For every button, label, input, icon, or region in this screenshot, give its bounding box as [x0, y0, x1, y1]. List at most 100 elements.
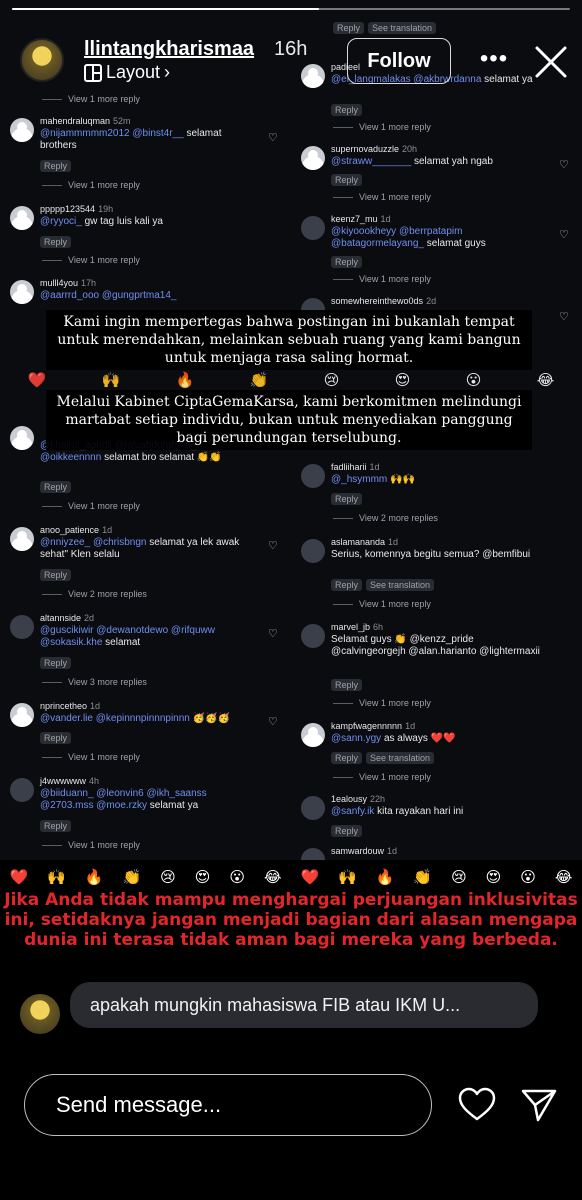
story-comment-preview[interactable]: apakah mungkin mahasiswa FIB atau IKM U.… — [20, 982, 580, 1034]
emoji: 😮 — [465, 372, 482, 389]
avatar — [10, 426, 34, 450]
comment-username: ppppp123544 19h — [40, 204, 114, 214]
follow-button[interactable]: Follow — [347, 38, 451, 84]
view-more-replies: View 1 more reply — [359, 772, 431, 782]
story-time: 16h — [274, 38, 308, 60]
view-more-replies: View 1 more reply — [359, 698, 431, 708]
reply-chip: Reply — [40, 820, 72, 832]
reply-chip: Reply — [331, 493, 363, 505]
like-icon: ♡ — [268, 716, 278, 728]
comment-username: j4wwwwww 4h — [40, 776, 100, 786]
comment-text: @sann.ygy as always ❤️❤️ — [331, 733, 456, 744]
emoji: ❤️ — [300, 869, 320, 886]
view-more-replies: View 1 more reply — [68, 255, 140, 265]
emoji: 😢 — [160, 869, 176, 886]
avatar — [10, 527, 34, 551]
emoji: 😮 — [520, 869, 536, 886]
emoji: 🔥 — [175, 372, 195, 389]
comment-username: nprincetheo 1d — [40, 701, 101, 711]
comment-text: @nniyzee_ @chrisbngn selamat ya lek awak… — [40, 537, 240, 560]
comment-text: @_hsymmm 🙌🙌 — [331, 474, 415, 485]
emoji: 😍 — [394, 372, 411, 389]
emoji: 😂 — [554, 869, 573, 886]
see-translation-chip: See translation — [366, 752, 435, 764]
story-viewer: View 1 more reply mahendraluqman 52m @nij… — [0, 0, 582, 1200]
comment-text: @aarrrd_ooo @gungprtma14_ — [40, 290, 177, 301]
comment-text: @vander.lie @kepinnnpinnnpinnn 🥳🥳🥳 — [40, 713, 230, 724]
chevron-right-icon: › — [164, 62, 171, 82]
view-more-replies: View 1 more reply — [359, 192, 431, 202]
emoji: 😍 — [485, 869, 502, 886]
reply-chip: Reply — [40, 481, 72, 493]
avatar — [301, 146, 325, 170]
emoji: ❤️ — [9, 869, 29, 886]
comment-username: somewhereinthewo0ds 2d — [331, 296, 437, 306]
emoji: 👏 — [122, 869, 142, 886]
view-more-replies: View 2 more replies — [359, 513, 438, 523]
emoji: 😂 — [263, 869, 282, 886]
like-icon: ♡ — [559, 311, 569, 323]
emoji: 😢 — [323, 372, 340, 389]
emoji-reaction-row: ❤️ 🙌 🔥 👏 😢 😍 😮 😂 — [0, 371, 582, 389]
comment-text: @straww_______ selamat yah ngab — [331, 156, 493, 167]
like-icon: ♡ — [559, 159, 569, 171]
story-username[interactable]: llintangkharismaa — [84, 38, 254, 61]
send-icon[interactable] — [520, 1086, 558, 1124]
comment-preview-bubble[interactable]: apakah mungkin mahasiswa FIB atau IKM U.… — [70, 982, 538, 1028]
profile-avatar[interactable] — [20, 38, 64, 82]
reply-chip: Reply — [40, 569, 72, 581]
emoji: 😍 — [194, 869, 211, 886]
like-icon: ♡ — [268, 132, 278, 144]
comment-username: marvel_jb 6h — [331, 622, 384, 632]
view-more-replies: View 1 more reply — [359, 274, 431, 284]
layout-label: Layout — [106, 62, 161, 82]
comment-username: 1ealousy 22h — [331, 794, 386, 804]
comment-text: @sanfy.ik kita rayakan hari ini — [331, 806, 464, 817]
avatar — [10, 703, 34, 727]
view-more-replies: View 1 more reply — [68, 501, 140, 511]
emoji: 🔥 — [84, 869, 104, 886]
see-translation-chip: See translation — [366, 579, 435, 591]
comment-text: Selamat guys 👏 @kenzz_pride @calvingeorg… — [331, 634, 540, 657]
comment-username: anoo_patience 1d — [40, 525, 113, 535]
comment-username: altannside 2d — [40, 613, 95, 623]
emoji: 👏 — [249, 372, 269, 389]
emoji: 😢 — [451, 869, 467, 886]
avatar — [301, 848, 325, 860]
reply-chip: Reply — [40, 657, 72, 669]
comment-username: samwardouw 1d — [331, 846, 398, 856]
view-more-replies: View 1 more reply — [68, 840, 140, 850]
emoji: 😂 — [536, 372, 555, 389]
heart-icon[interactable] — [458, 1086, 496, 1124]
story-header: llintangkharismaa 16h Layout › Follow ••… — [0, 0, 582, 110]
reply-chip: Reply — [331, 256, 363, 268]
avatar — [301, 539, 325, 563]
close-icon[interactable] — [533, 44, 569, 80]
emoji: 😮 — [229, 869, 245, 886]
view-more-replies: View 1 more reply — [68, 180, 140, 190]
comment-username: mahendraluqman 52m — [40, 116, 131, 126]
emoji: ❤️ — [27, 372, 47, 389]
send-message-input[interactable] — [24, 1074, 432, 1136]
emoji: 👏 — [413, 869, 433, 886]
layout-link[interactable]: Layout › — [84, 62, 170, 83]
view-more-replies: View 1 more reply — [68, 752, 140, 762]
comment-username: supernovaduzzle 20h — [331, 144, 418, 154]
avatar — [301, 723, 325, 747]
view-more-replies: View 3 more replies — [68, 677, 147, 687]
avatar — [301, 796, 325, 820]
comment-username: keenz7_mu 1d — [331, 214, 391, 224]
overlay-text-box: Kami ingin mempertegas bahwa postingan i… — [46, 310, 532, 370]
avatar — [301, 624, 325, 648]
reply-chip: Reply — [331, 825, 363, 837]
avatar — [10, 778, 34, 802]
view-more-replies: View 2 more replies — [68, 589, 147, 599]
more-options-icon[interactable]: ••• — [477, 44, 511, 78]
comment-text: Serius, komennya begitu semua? @bemfibui — [331, 549, 531, 560]
comment-username: fadliiharii 1d — [331, 462, 380, 472]
comment-username: mulll4you 17h — [40, 278, 97, 288]
view-more-replies: View 1 more reply — [359, 122, 431, 132]
reply-chip: Reply — [331, 679, 363, 691]
reply-chip: Reply — [40, 236, 72, 248]
avatar — [10, 118, 34, 142]
